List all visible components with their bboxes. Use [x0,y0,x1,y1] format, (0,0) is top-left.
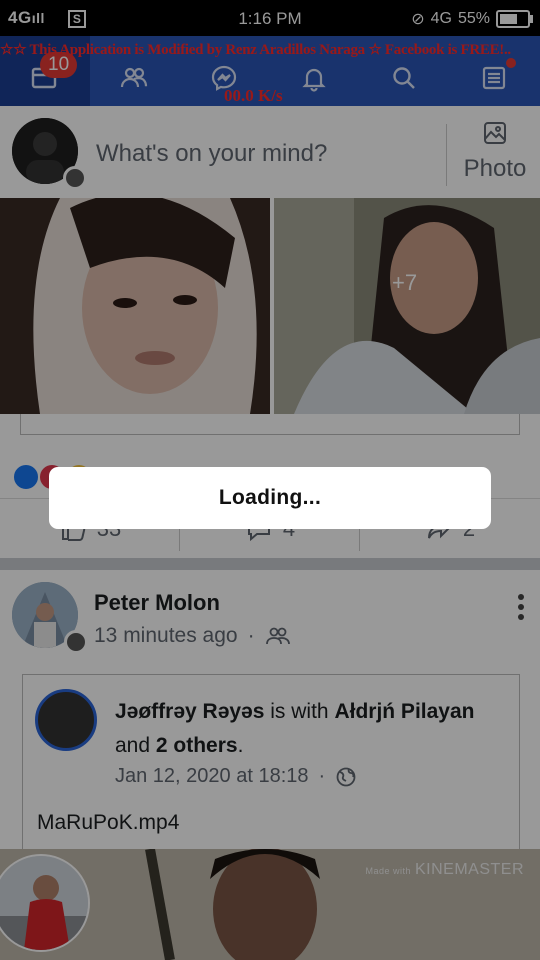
loading-text: Loading... [218,486,322,509]
loading-dialog: Loading... [49,467,491,529]
modal-overlay: Loading... [0,0,540,960]
